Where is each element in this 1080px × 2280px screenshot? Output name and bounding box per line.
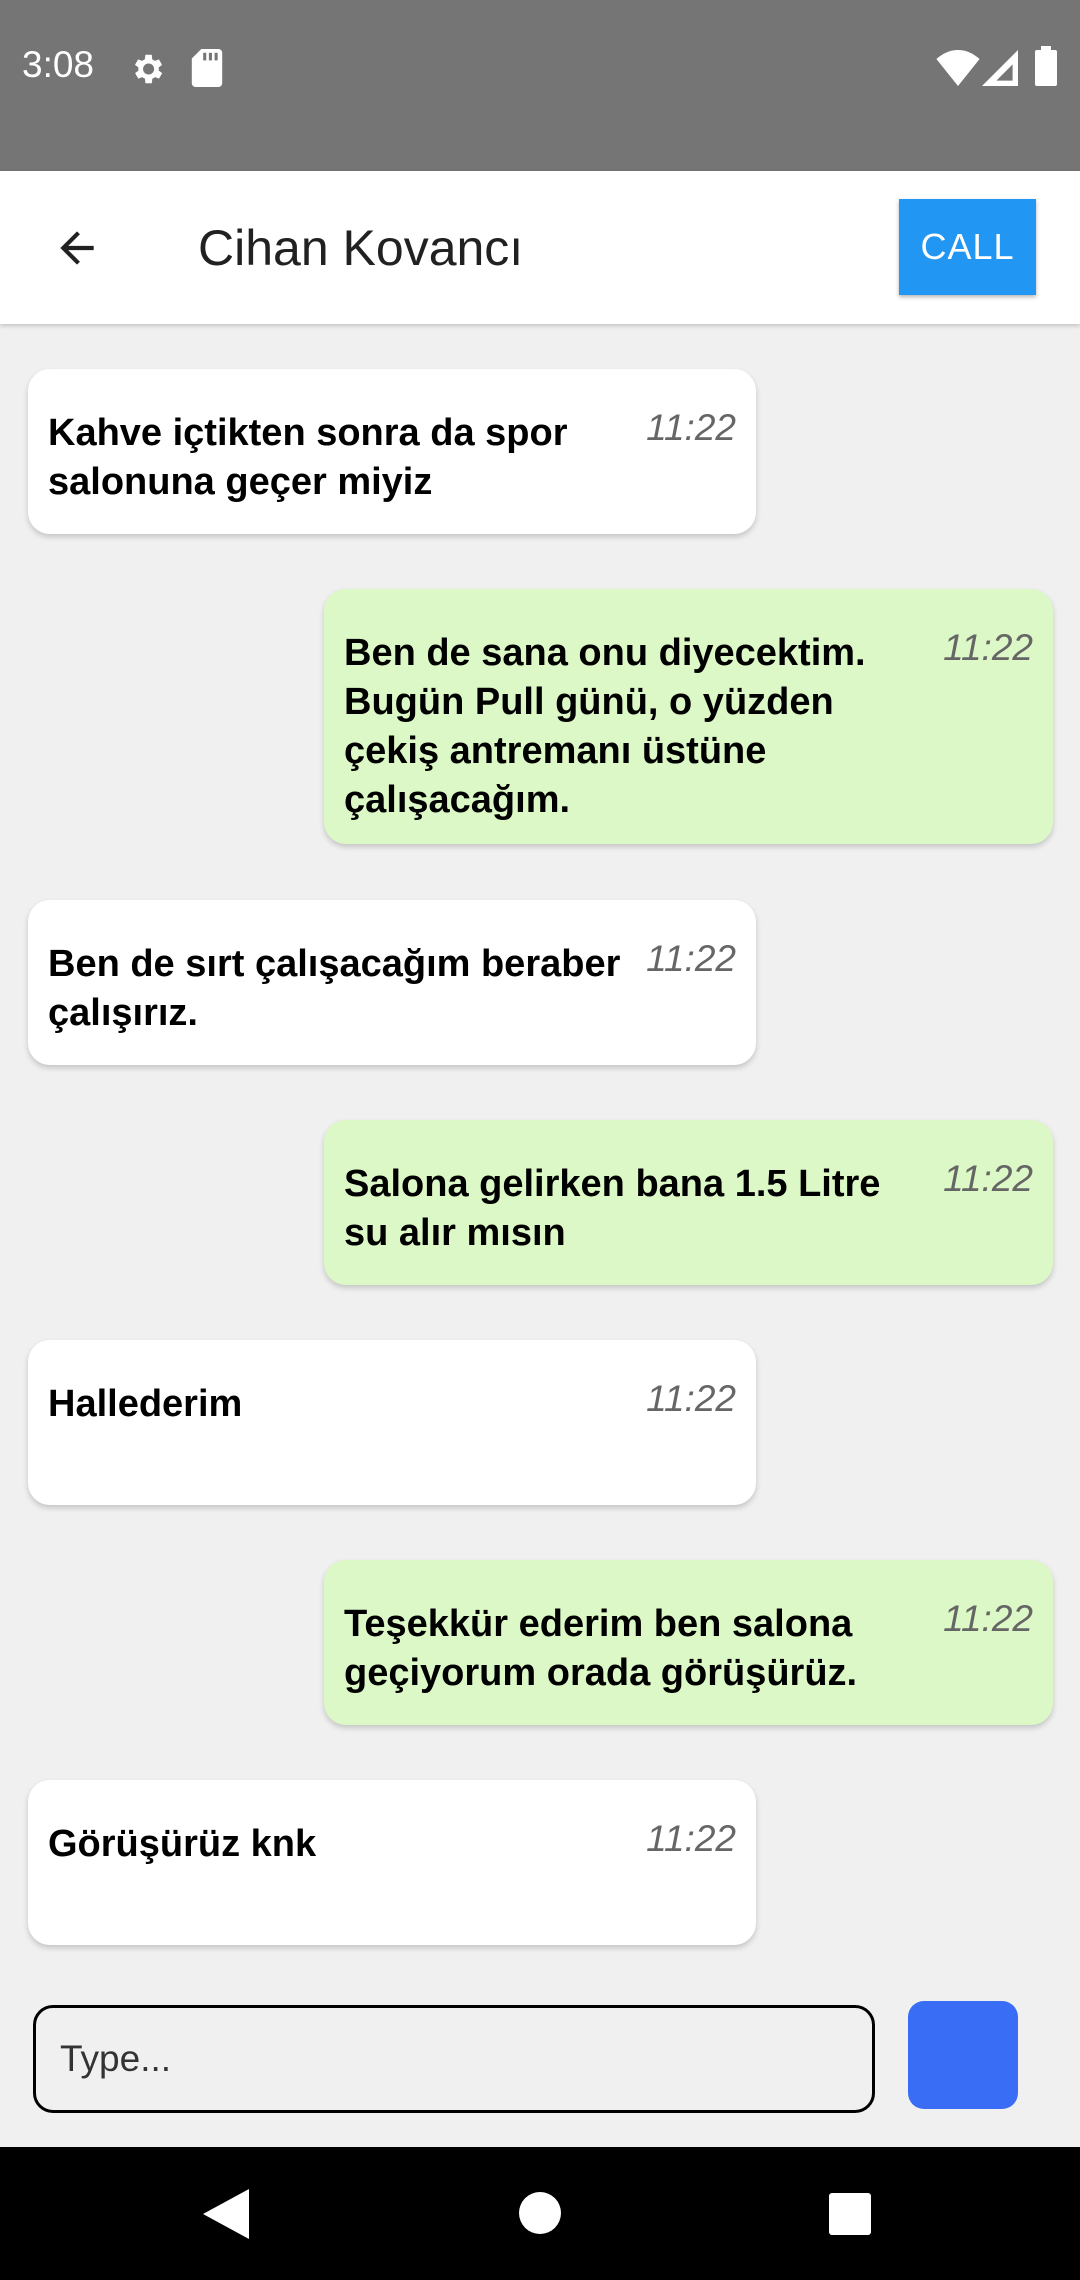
message-bubble-outgoing[interactable]: Ben de sana onu diyecektim. Bugün Pull g… — [324, 589, 1053, 844]
nav-recents-icon[interactable] — [829, 2193, 871, 2235]
nav-home-icon[interactable] — [519, 2192, 561, 2234]
message-time: 11:22 — [646, 938, 736, 979]
message-text: Salona gelirken bana 1.5 Litre su alır m… — [344, 1163, 881, 1254]
wifi-icon — [936, 50, 980, 86]
message-input[interactable] — [33, 2005, 875, 2113]
message-text: Hallederim — [48, 1383, 243, 1425]
app-bar: Cihan Kovancı CALL — [0, 171, 1080, 324]
message-time: 11:22 — [943, 627, 1033, 668]
send-button[interactable] — [908, 2001, 1018, 2109]
message-bubble-incoming[interactable]: Hallederim 11:22 — [28, 1340, 756, 1505]
message-time: 11:22 — [646, 1378, 736, 1419]
message-bubble-incoming[interactable]: Kahve içtikten sonra da spor salonuna ge… — [28, 369, 756, 534]
contact-name: Cihan Kovancı — [198, 220, 524, 276]
battery-icon — [1035, 46, 1057, 86]
sd-card-icon — [191, 49, 223, 87]
signal-icon — [982, 50, 1018, 86]
message-bubble-incoming[interactable]: Ben de sırt çalışacağım beraber çalışırı… — [28, 900, 756, 1065]
message-time: 11:22 — [943, 1598, 1033, 1639]
gear-icon — [134, 54, 163, 84]
status-bar: 3:08 — [0, 0, 1080, 171]
status-time: 3:08 — [22, 44, 95, 85]
message-time: 11:22 — [646, 407, 736, 448]
message-text: Teşekkür ederim ben salona geçiyorum ora… — [344, 1603, 858, 1694]
call-button[interactable]: CALL — [899, 199, 1036, 295]
back-button[interactable] — [40, 211, 114, 285]
message-text: Ben de sana onu diyecektim. Bugün Pull g… — [344, 632, 866, 821]
navigation-bar — [0, 2147, 1080, 2280]
message-bubble-outgoing[interactable]: Salona gelirken bana 1.5 Litre su alır m… — [324, 1120, 1053, 1285]
message-time: 11:22 — [646, 1818, 736, 1859]
message-bubble-incoming[interactable]: Görüşürüz knk 11:22 — [28, 1780, 756, 1945]
arrow-left-icon — [60, 231, 94, 265]
message-text: Görüşürüz knk — [48, 1823, 317, 1865]
nav-back-icon[interactable] — [203, 2189, 249, 2239]
message-time: 11:22 — [943, 1158, 1033, 1199]
message-text: Ben de sırt çalışacağım beraber çalışırı… — [48, 943, 621, 1034]
message-bubble-outgoing[interactable]: Teşekkür ederim ben salona geçiyorum ora… — [324, 1560, 1053, 1725]
message-text: Kahve içtikten sonra da spor salonuna ge… — [48, 412, 568, 503]
